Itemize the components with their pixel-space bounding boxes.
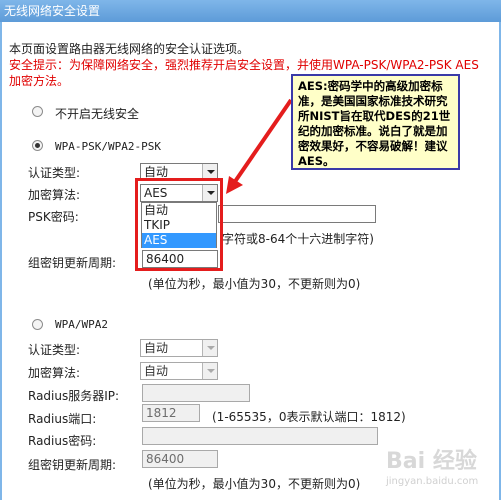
radius-password-input[interactable] bbox=[142, 427, 378, 445]
wpa-cipher-label: 加密算法: bbox=[28, 366, 81, 380]
radius-ip-label: Radius服务器IP: bbox=[28, 389, 120, 403]
watermark-url: jingyan.baidu.com bbox=[386, 476, 479, 487]
radius-ip-input[interactable] bbox=[142, 384, 250, 402]
radio-wpa[interactable] bbox=[32, 319, 43, 330]
radius-port-input[interactable]: 1812 bbox=[142, 404, 200, 422]
radius-port-label: Radius端口: bbox=[28, 412, 97, 426]
wpa-group-key-input[interactable]: 86400 bbox=[142, 450, 218, 468]
wpa-cipher-value: 自动 bbox=[144, 364, 169, 378]
wpa-auth-type-select[interactable]: 自动 bbox=[140, 339, 218, 357]
wpa-auth-type-label: 认证类型: bbox=[28, 343, 81, 357]
wpa-group-key-hint: (单位为秒，最小值为30，不更新则为0) bbox=[148, 477, 361, 491]
watermark-logo-text: Bai 经验 bbox=[386, 449, 477, 474]
wpa-group-key-label: 组密钥更新周期: bbox=[28, 458, 117, 472]
radius-port-hint: (1-65535，0表示默认端口：1812) bbox=[212, 410, 406, 424]
wpa-auth-type-value: 自动 bbox=[144, 341, 169, 355]
baidu-jingyan-watermark: Bai 经验 jingyan.baidu.com bbox=[386, 448, 496, 496]
aes-annotation-callout: AES:密码学中的高级加密标准，是美国国家标准技术研究所NIST旨在取代DES的… bbox=[291, 74, 460, 170]
chevron-down-icon bbox=[202, 363, 217, 379]
radius-password-label: Radius密码: bbox=[28, 434, 97, 448]
radio-wpa-label: WPA/WPA2 bbox=[55, 318, 108, 331]
chevron-down-icon bbox=[202, 340, 217, 356]
wpa-cipher-select[interactable]: 自动 bbox=[140, 362, 218, 380]
